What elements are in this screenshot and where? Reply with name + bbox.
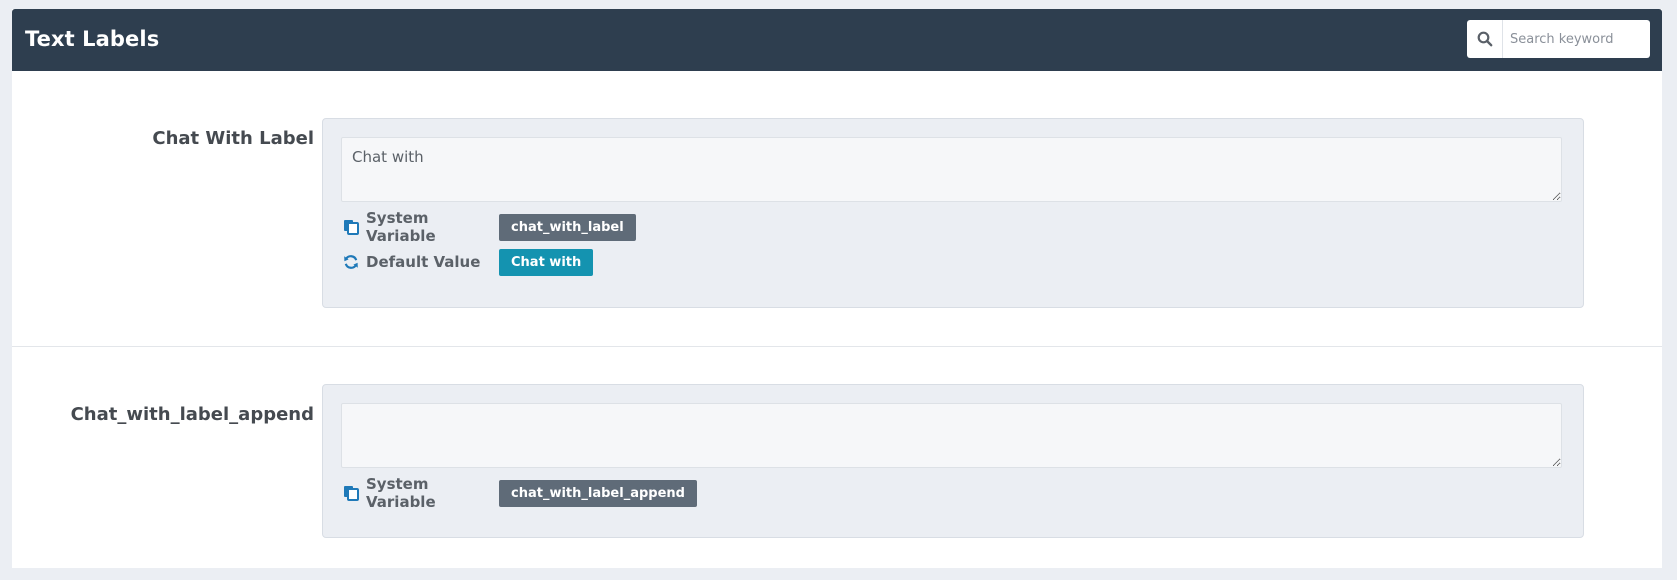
page-title: Text Labels	[25, 27, 160, 51]
copy-icon	[343, 485, 359, 501]
field-row-chat-with-label: Chat With Label Chat with System Variabl…	[12, 71, 1662, 347]
copy-icon	[343, 219, 359, 235]
page-header: Text Labels	[12, 9, 1662, 71]
field-label: Chat_with_label_append	[70, 404, 314, 425]
search-input[interactable]	[1503, 21, 1643, 57]
default-value-row: Default Value Chat with	[343, 247, 594, 277]
system-variable-tag[interactable]: chat_with_label	[499, 213, 636, 241]
field-label: Chat With Label	[152, 128, 314, 149]
search-icon	[1467, 20, 1503, 58]
system-variable-tag[interactable]: chat_with_label_append	[499, 479, 697, 507]
field-panel: Chat with System Variable chat_with_labe…	[322, 118, 1584, 308]
system-variable-row: System Variable chat_with_label_append	[343, 475, 697, 511]
default-value-button[interactable]: Chat with	[499, 248, 594, 276]
field-panel: System Variable chat_with_label_append	[322, 384, 1584, 538]
chat-with-label-textarea[interactable]: Chat with	[341, 137, 1562, 202]
field-row-chat-with-label-append: Chat_with_label_append System Variable c…	[12, 347, 1662, 568]
search-box[interactable]	[1467, 20, 1650, 58]
chat-with-label-append-textarea[interactable]	[341, 403, 1562, 468]
text-labels-card: Text Labels Chat With Label Chat with	[12, 9, 1662, 568]
system-variable-row: System Variable chat_with_label	[343, 209, 636, 245]
default-value-label: Default Value	[366, 253, 481, 271]
system-variable-label: System Variable	[366, 209, 436, 245]
system-variable-label: System Variable	[366, 475, 436, 511]
refresh-icon	[343, 254, 359, 270]
